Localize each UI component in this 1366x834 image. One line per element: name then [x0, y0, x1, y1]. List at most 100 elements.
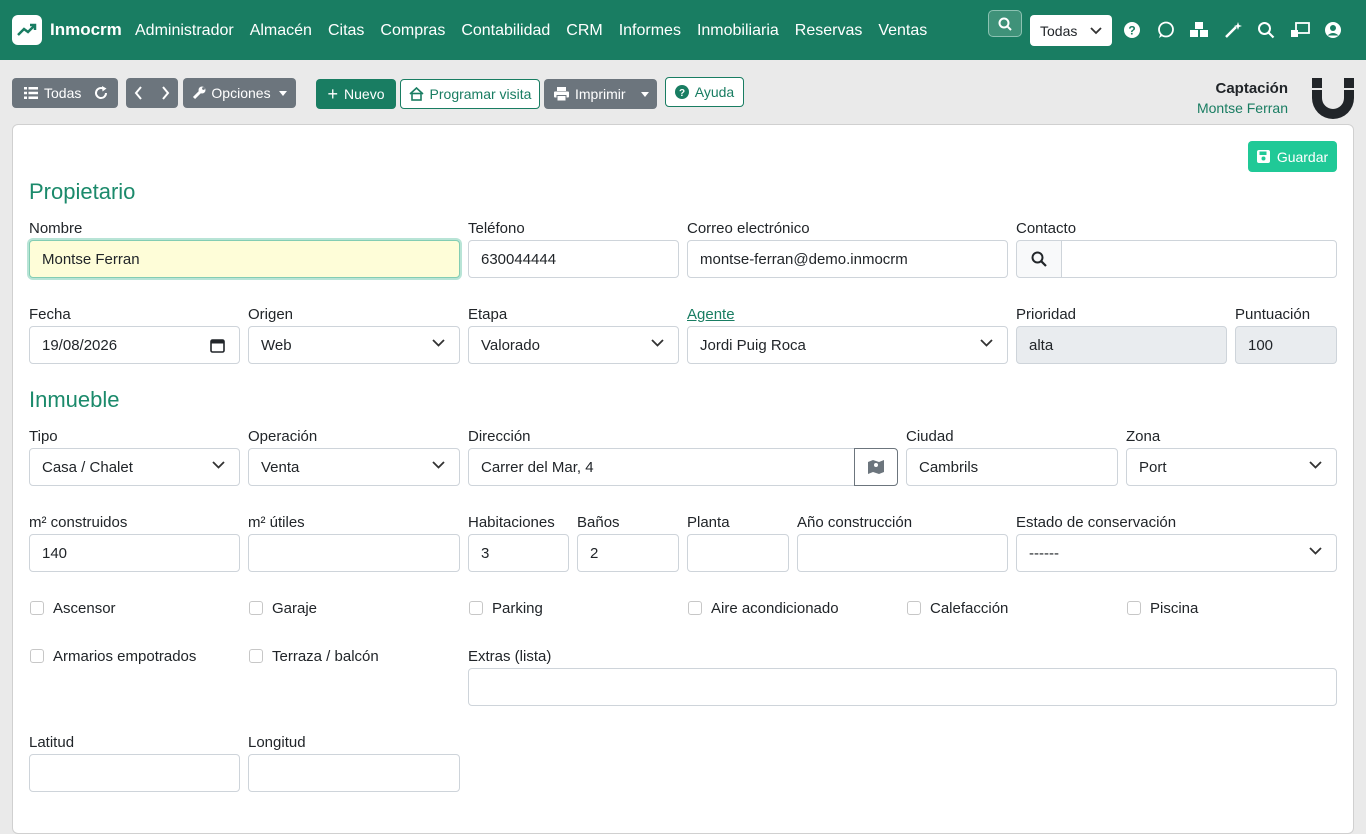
nav-crm[interactable]: CRM — [566, 22, 602, 40]
agente-link[interactable]: Agente — [687, 306, 735, 323]
programar-visita-label: Programar visita — [429, 86, 532, 102]
banos-input[interactable]: 2 — [577, 534, 679, 572]
help-icon[interactable]: ? — [1122, 20, 1142, 40]
direccion-input[interactable]: Carrer del Mar, 4 — [468, 448, 855, 486]
piscina-checkbox[interactable] — [1127, 601, 1141, 615]
map-icon — [868, 460, 884, 474]
contacto-search-button[interactable] — [1016, 240, 1062, 278]
nuevo-label: Nuevo — [344, 86, 385, 102]
calefaccion-checkbox[interactable] — [907, 601, 921, 615]
m2-construidos-input[interactable]: 140 — [29, 534, 240, 572]
operacion-select[interactable]: Venta — [248, 448, 460, 486]
company-select[interactable]: Todas — [1030, 15, 1112, 46]
prev-next-group — [126, 78, 178, 108]
origen-select[interactable]: Web — [248, 326, 460, 364]
correo-input[interactable]: montse-ferran@demo.inmocrm — [687, 240, 1008, 278]
magic-wand-icon[interactable] — [1223, 20, 1243, 40]
nombre-input[interactable]: Montse Ferran — [29, 240, 460, 278]
garaje-label[interactable]: Garaje — [272, 600, 317, 617]
nav-ventas[interactable]: Ventas — [878, 22, 927, 40]
terraza-balcon-checkbox[interactable] — [249, 649, 263, 663]
extras-input[interactable] — [468, 668, 1337, 706]
nav-inmobiliaria[interactable]: Inmobiliaria — [697, 22, 779, 40]
aire-acondicionado-label[interactable]: Aire acondicionado — [711, 600, 839, 617]
chevron-down-icon — [1309, 547, 1322, 555]
piscina-label[interactable]: Piscina — [1150, 600, 1198, 617]
telefono-input[interactable]: 630044444 — [468, 240, 679, 278]
ayuda-button[interactable]: ? Ayuda — [665, 77, 744, 107]
zona-label: Zona — [1126, 428, 1161, 445]
brand[interactable]: Inmocrm — [12, 15, 122, 45]
agente-select[interactable]: Jordi Puig Roca — [687, 326, 1008, 364]
record-title: Captación — [1215, 80, 1288, 97]
planta-label: Planta — [687, 514, 730, 531]
chevron-right-icon[interactable] — [160, 86, 170, 100]
refresh-icon[interactable] — [94, 86, 108, 100]
correo-label: Correo electrónico — [687, 220, 810, 237]
ciudad-input[interactable]: Cambrils — [906, 448, 1118, 486]
nav-administrador[interactable]: Administrador — [135, 22, 234, 40]
origen-label: Origen — [248, 306, 294, 323]
svg-text:?: ? — [679, 88, 685, 99]
top-search-button[interactable] — [988, 10, 1022, 37]
guardar-button[interactable]: Guardar — [1248, 141, 1337, 172]
magnet-icon — [1311, 78, 1355, 126]
remote-desktop-icon[interactable] — [1290, 20, 1310, 40]
programar-visita-button[interactable]: Programar visita — [400, 79, 540, 109]
nav-citas[interactable]: Citas — [328, 22, 364, 40]
top-icons: ? — [1122, 20, 1357, 40]
ayuda-label: Ayuda — [694, 84, 735, 100]
search-icon[interactable] — [1256, 20, 1276, 40]
nav-contabilidad[interactable]: Contabilidad — [461, 22, 550, 40]
longitud-input[interactable] — [248, 754, 460, 792]
m2-utiles-input[interactable] — [248, 534, 460, 572]
caret-down-icon[interactable] — [641, 92, 649, 97]
tipo-value: Casa / Chalet — [42, 458, 133, 476]
calefaccion-label[interactable]: Calefacción — [930, 600, 1008, 617]
record-header: Captación Montse Ferran — [1197, 80, 1288, 116]
banos-label: Baños — [577, 514, 620, 531]
nav-informes[interactable]: Informes — [619, 22, 681, 40]
estado-conservacion-select[interactable]: ------ — [1016, 534, 1337, 572]
anio-construccion-input[interactable] — [797, 534, 1008, 572]
ascensor-label[interactable]: Ascensor — [53, 600, 116, 617]
latitud-input[interactable] — [29, 754, 240, 792]
puntuacion-label: Puntuación — [1235, 306, 1311, 323]
nav-compras[interactable]: Compras — [380, 22, 445, 40]
parking-label[interactable]: Parking — [492, 600, 543, 617]
main-menu: Administrador Almacén Citas Compras Cont… — [135, 22, 943, 40]
aire-acondicionado-checkbox[interactable] — [688, 601, 702, 615]
whatsapp-icon[interactable] — [1156, 20, 1176, 40]
nav-reservas[interactable]: Reservas — [795, 22, 863, 40]
armarios-empotrados-checkbox[interactable] — [30, 649, 44, 663]
garaje-checkbox[interactable] — [249, 601, 263, 615]
nuevo-button[interactable]: + Nuevo — [316, 79, 396, 109]
calendar-icon[interactable] — [210, 338, 225, 353]
user-icon[interactable] — [1323, 20, 1343, 40]
map-button[interactable] — [854, 448, 898, 486]
opciones-button[interactable]: Opciones — [183, 78, 296, 108]
contacto-input[interactable] — [1061, 240, 1337, 278]
etapa-value: Valorado — [481, 336, 540, 354]
cubes-icon[interactable] — [1189, 20, 1209, 40]
list-todas-button[interactable]: Todas — [12, 78, 118, 108]
top-navbar: Inmocrm Administrador Almacén Citas Comp… — [0, 0, 1366, 60]
chevron-down-icon — [1090, 26, 1102, 34]
parking-checkbox[interactable] — [469, 601, 483, 615]
imprimir-button[interactable]: Imprimir — [544, 79, 657, 109]
puntuacion-input: 100 — [1235, 326, 1337, 364]
list-todas-label: Todas — [44, 85, 82, 101]
record-subtitle[interactable]: Montse Ferran — [1197, 100, 1288, 116]
terraza-balcon-label[interactable]: Terraza / balcón — [272, 648, 379, 665]
etapa-select[interactable]: Valorado — [468, 326, 679, 364]
ascensor-checkbox[interactable] — [30, 601, 44, 615]
planta-input[interactable] — [687, 534, 789, 572]
chevron-left-icon[interactable] — [134, 86, 144, 100]
armarios-empotrados-label[interactable]: Armarios empotrados — [53, 648, 196, 665]
nav-almacen[interactable]: Almacén — [250, 22, 312, 40]
tipo-select[interactable]: Casa / Chalet — [29, 448, 240, 486]
ciudad-label: Ciudad — [906, 428, 954, 445]
habitaciones-input[interactable]: 3 — [468, 534, 569, 572]
fecha-input[interactable]: 19/08/2026 — [29, 326, 240, 364]
zona-select[interactable]: Port — [1126, 448, 1337, 486]
